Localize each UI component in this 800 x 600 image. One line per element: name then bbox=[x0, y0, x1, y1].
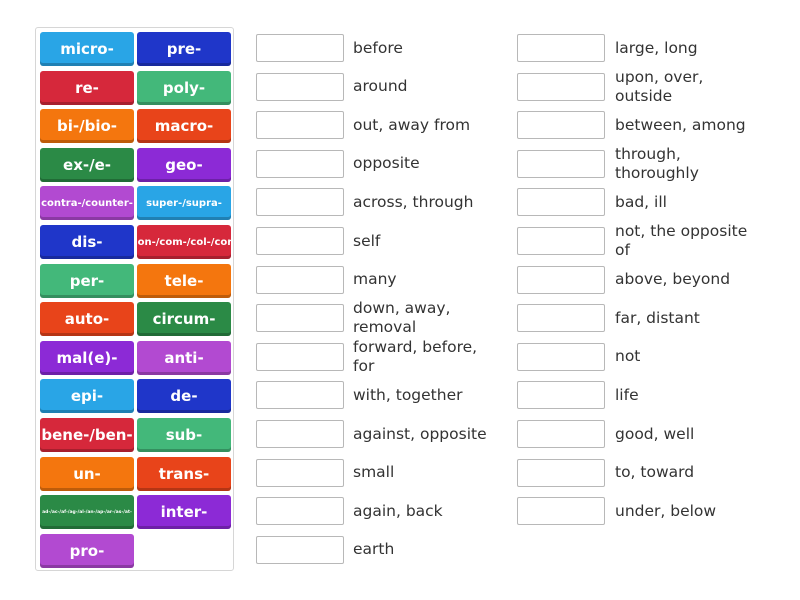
prefix-tile[interactable]: tele- bbox=[137, 263, 231, 298]
drop-slot-left[interactable] bbox=[256, 111, 344, 140]
drop-slot-left[interactable] bbox=[256, 535, 344, 564]
drop-slot-right[interactable] bbox=[517, 420, 605, 448]
definition-label: again, back bbox=[353, 501, 443, 520]
drop-slot-right[interactable] bbox=[517, 227, 605, 255]
drop-slot-left[interactable] bbox=[256, 265, 344, 294]
prefix-tile[interactable]: poly- bbox=[137, 70, 231, 105]
prefix-tile[interactable]: un- bbox=[40, 456, 134, 491]
definition-label: with, together bbox=[353, 385, 463, 404]
prefix-tile[interactable]: inter- bbox=[137, 495, 231, 530]
prefix-tile[interactable]: circum- bbox=[137, 302, 231, 337]
drop-slot-left[interactable] bbox=[256, 381, 344, 410]
prefix-tile[interactable]: super-/supra- bbox=[137, 186, 231, 221]
prefix-tile[interactable]: bi-/bio- bbox=[40, 109, 134, 144]
prefix-tile[interactable]: per- bbox=[40, 263, 134, 298]
prefix-tile[interactable]: contra-/counter- bbox=[40, 186, 134, 221]
drop-slot-right[interactable] bbox=[517, 188, 605, 217]
definition-label: self bbox=[353, 231, 381, 250]
prefix-tile[interactable]: geo- bbox=[137, 147, 231, 182]
definition-label: small bbox=[353, 463, 395, 482]
definition-label: life bbox=[615, 385, 639, 404]
definition-label: around bbox=[353, 77, 408, 96]
prefix-tile[interactable]: dis- bbox=[40, 225, 134, 259]
drop-slot-right[interactable] bbox=[517, 111, 605, 140]
prefix-tile[interactable]: sub- bbox=[137, 418, 231, 452]
drop-slot-left[interactable] bbox=[256, 227, 344, 255]
prefix-tile[interactable]: ex-/e- bbox=[40, 147, 134, 182]
definition-label: not bbox=[615, 347, 641, 366]
definition-label: many bbox=[353, 270, 397, 289]
drop-slot-left[interactable] bbox=[256, 188, 344, 217]
drop-slot-right[interactable] bbox=[517, 381, 605, 410]
definition-label: before bbox=[353, 38, 403, 57]
drop-slot-right[interactable] bbox=[517, 149, 605, 178]
prefix-tile[interactable]: pro- bbox=[40, 533, 134, 568]
prefix-tile[interactable]: macro- bbox=[137, 109, 231, 144]
drop-slot-right[interactable] bbox=[517, 34, 605, 62]
definition-label: between, among bbox=[615, 115, 746, 134]
drop-slot-right[interactable] bbox=[517, 72, 605, 101]
prefix-tile[interactable]: epi- bbox=[40, 379, 134, 414]
definition-label: under, below bbox=[615, 501, 717, 520]
definition-label: opposite bbox=[353, 154, 420, 173]
definition-label: against, opposite bbox=[353, 424, 487, 443]
definition-label: forward, before, for bbox=[353, 337, 478, 375]
definition-label: not, the opposite of bbox=[615, 222, 748, 259]
prefix-tile[interactable]: bene-/ben- bbox=[40, 418, 134, 452]
drop-slot-left[interactable] bbox=[256, 34, 344, 62]
definition-label: down, away, removal bbox=[353, 299, 451, 337]
prefix-tile[interactable]: mal(e)- bbox=[40, 340, 134, 375]
drop-slot-left[interactable] bbox=[256, 458, 344, 487]
drop-slot-left[interactable] bbox=[256, 149, 344, 178]
drop-slot-right[interactable] bbox=[517, 458, 605, 487]
definition-label: above, beyond bbox=[615, 270, 731, 289]
drop-slot-right[interactable] bbox=[517, 304, 605, 333]
drop-slot-right[interactable] bbox=[517, 265, 605, 294]
prefix-tile[interactable]: auto- bbox=[40, 302, 134, 337]
prefix-tile[interactable]: ad-/ac-/af-/ag-/al-/an-/ap-/ar-/as-/at- bbox=[40, 495, 134, 530]
drop-slot-right[interactable] bbox=[517, 342, 605, 371]
definition-label: to, toward bbox=[615, 463, 695, 482]
drop-slot-left[interactable] bbox=[256, 420, 344, 448]
definition-label: out, away from bbox=[353, 115, 471, 134]
word-bank: micro-pre-re-poly-bi-/bio-macro-ex-/e-ge… bbox=[35, 27, 234, 571]
definition-label: through, thoroughly bbox=[615, 144, 699, 182]
prefix-tile[interactable]: pre- bbox=[137, 32, 231, 66]
prefix-tile[interactable]: anti- bbox=[137, 340, 231, 375]
definition-label: bad, ill bbox=[615, 192, 667, 211]
definition-label: far, distant bbox=[615, 308, 700, 327]
prefix-tile[interactable]: de- bbox=[137, 379, 231, 414]
prefix-tile[interactable]: micro- bbox=[40, 32, 134, 66]
definition-label: good, well bbox=[615, 424, 695, 443]
prefix-tile[interactable]: con-/com-/col-/cor- bbox=[137, 225, 231, 259]
prefix-tile[interactable]: re- bbox=[40, 70, 134, 105]
definition-label: earth bbox=[353, 540, 395, 559]
prefix-tile[interactable]: trans- bbox=[137, 456, 231, 491]
drop-slot-right[interactable] bbox=[517, 497, 605, 526]
drop-slot-left[interactable] bbox=[256, 304, 344, 333]
drop-slot-left[interactable] bbox=[256, 72, 344, 101]
definition-label: across, through bbox=[353, 192, 474, 211]
definition-label: upon, over, outside bbox=[615, 67, 704, 105]
drop-slot-left[interactable] bbox=[256, 342, 344, 371]
drop-slot-left[interactable] bbox=[256, 497, 344, 526]
definition-label: large, long bbox=[615, 38, 698, 57]
